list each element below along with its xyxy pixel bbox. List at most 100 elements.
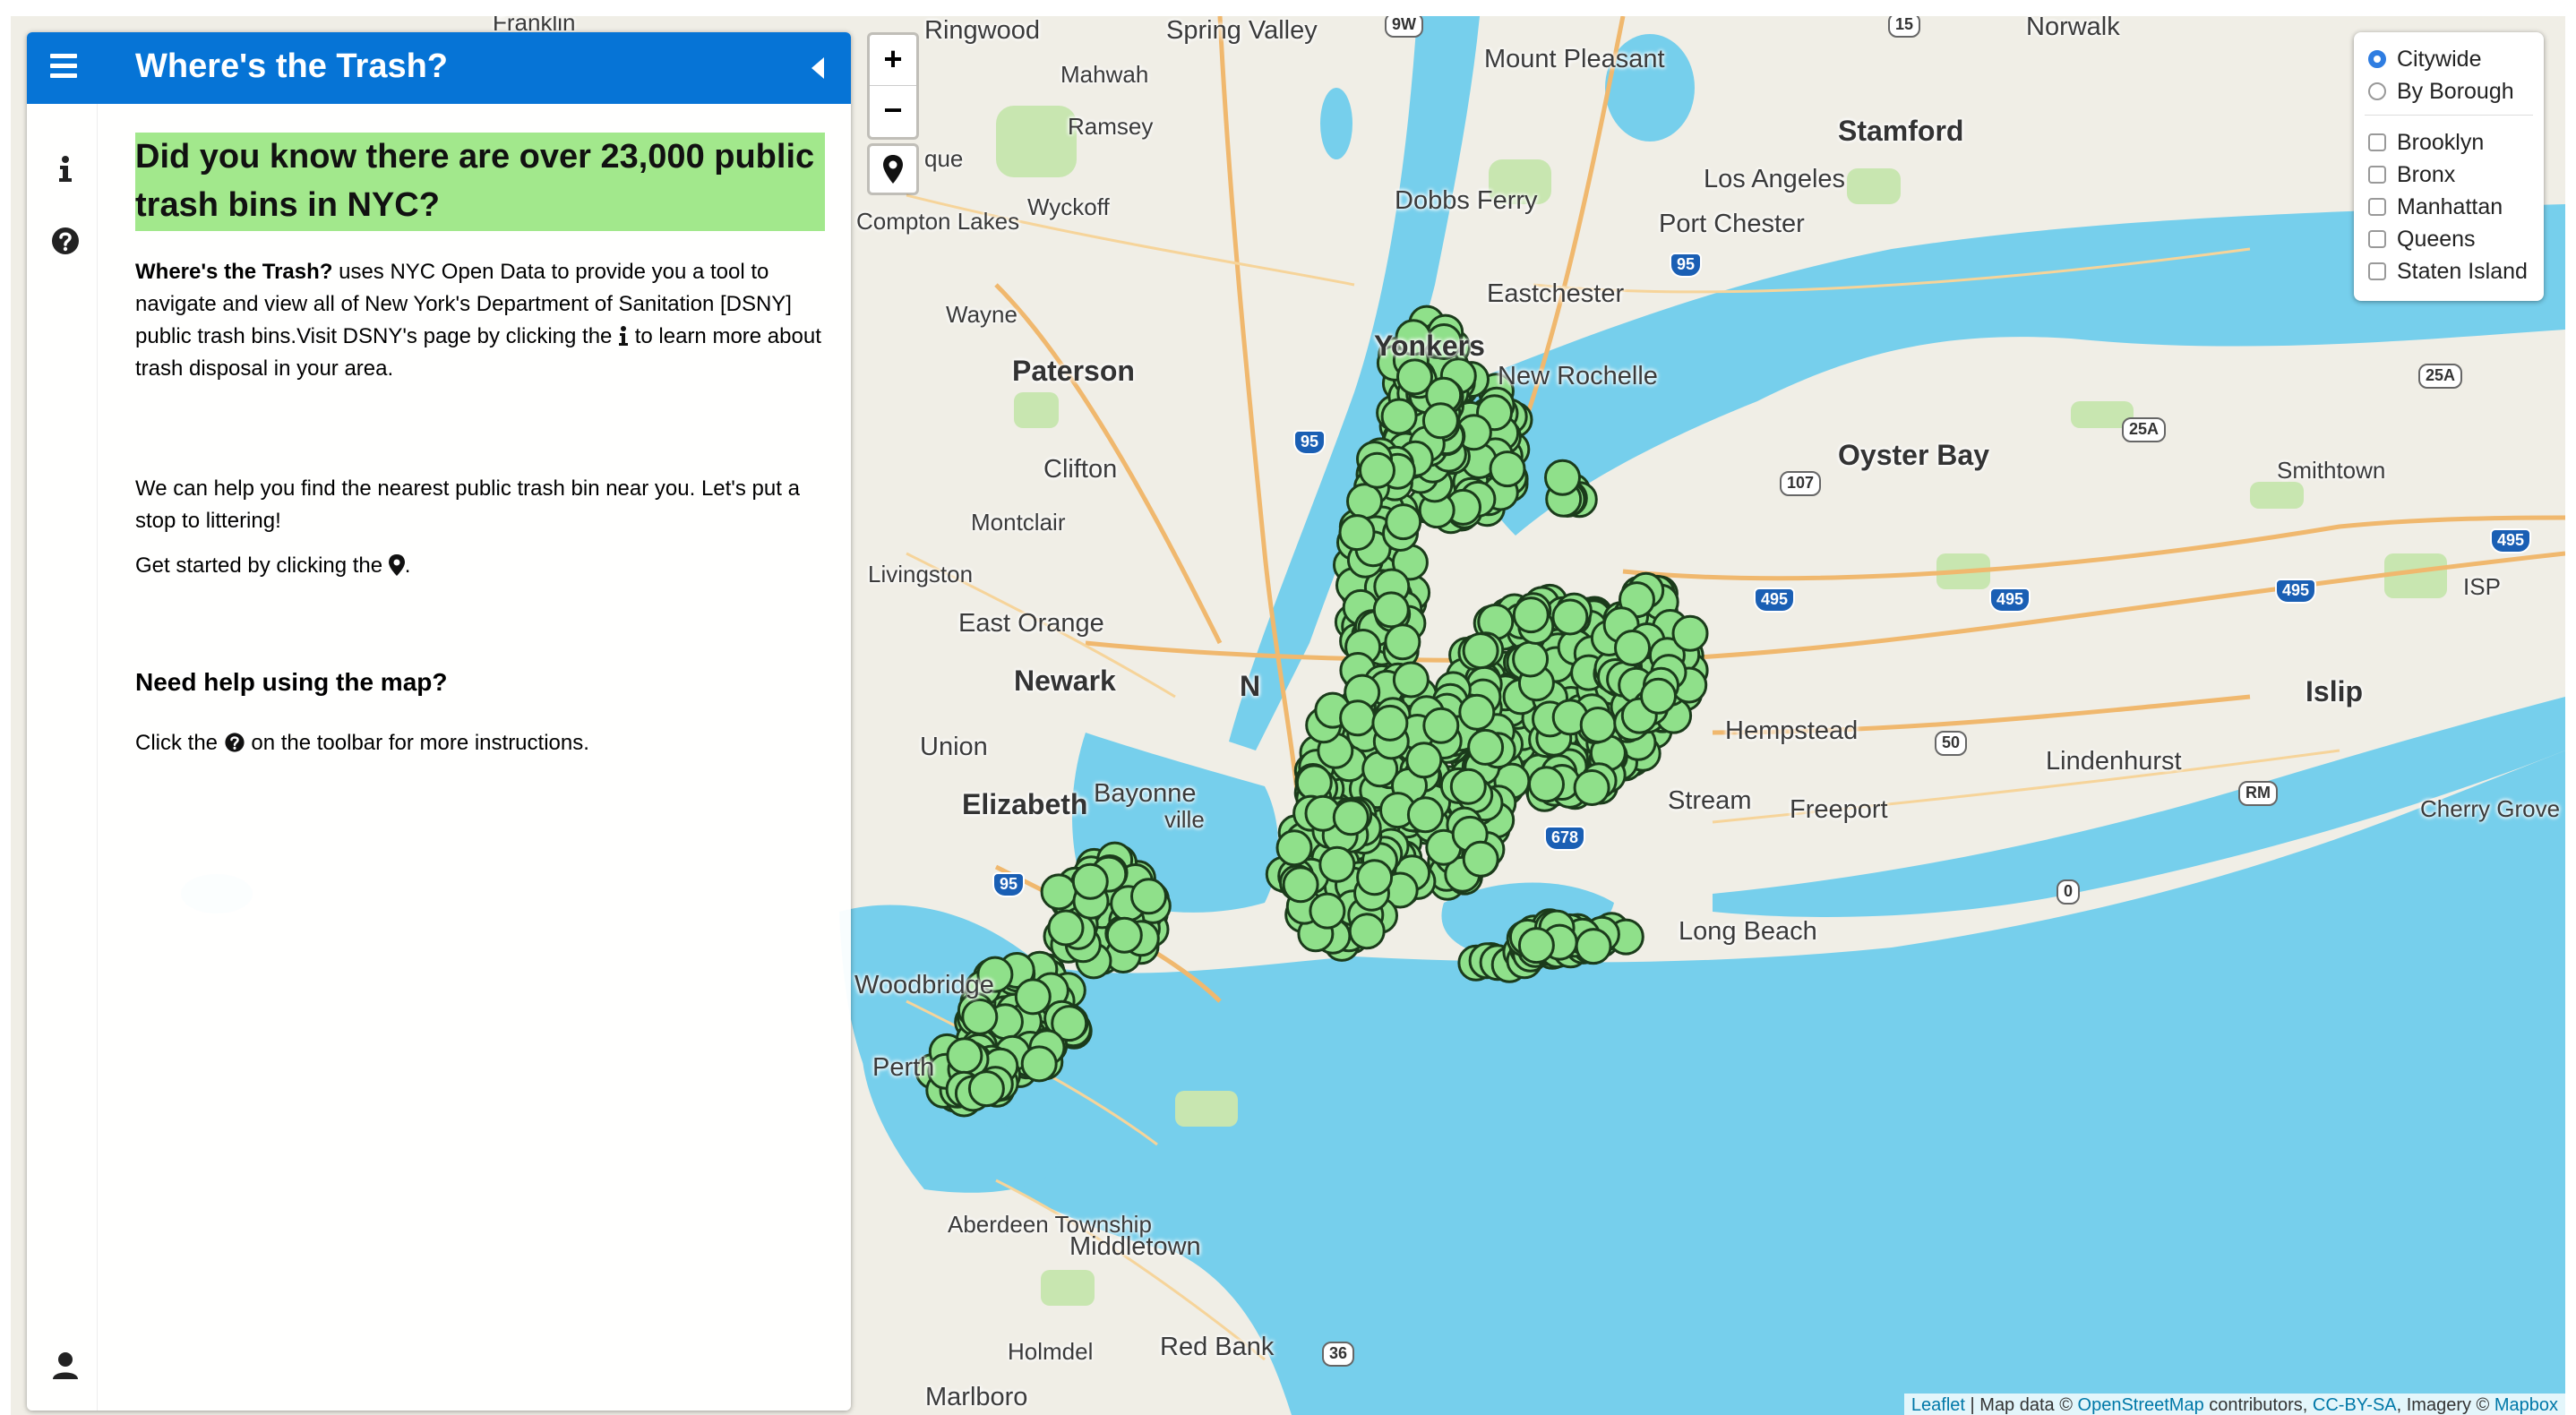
trash-bin-marker[interactable] (1275, 829, 1313, 867)
trash-bin-marker[interactable] (1467, 728, 1505, 766)
trash-bin-marker[interactable] (1384, 623, 1421, 661)
place-label: Cherry Grove (2420, 795, 2561, 822)
trash-bin-marker[interactable] (1449, 768, 1487, 805)
place-label: Eastchester (1487, 279, 1625, 308)
highway-shield: 495 (2490, 528, 2532, 553)
layer-control: Citywide By Borough Brooklyn Bronx Manha… (2354, 32, 2544, 301)
trash-bin-marker[interactable] (1392, 661, 1430, 699)
trash-bin-marker[interactable] (946, 1037, 983, 1075)
overlay-option-brooklyn[interactable]: Brooklyn (2368, 129, 2484, 156)
trash-bin-marker[interactable] (967, 1070, 1005, 1108)
sidebar-title: Where's the Trash? (135, 47, 449, 85)
overlay-label-manhattan: Manhattan (2397, 193, 2503, 219)
trash-bin-marker[interactable] (1040, 873, 1078, 911)
highway-shield: 107 (1780, 471, 1822, 496)
user-icon[interactable] (50, 1351, 81, 1381)
zoom-control: + − (867, 32, 919, 140)
trash-bin-marker[interactable] (1020, 1045, 1058, 1083)
trash-bin-marker[interactable] (1458, 693, 1496, 731)
osm-link[interactable]: OpenStreetMap (2078, 1395, 2204, 1415)
trash-bin-marker[interactable] (1528, 766, 1565, 803)
place-label: Port Chester (1659, 210, 1805, 238)
highway-shield: 678 (1544, 826, 1586, 851)
layer-option-by-borough[interactable]: By Borough (2368, 78, 2514, 105)
trash-bin-marker[interactable] (1462, 632, 1499, 670)
trash-bin-marker[interactable] (1371, 704, 1409, 742)
overlay-option-bronx[interactable]: Bronx (2368, 161, 2455, 188)
trash-bin-marker[interactable] (1071, 862, 1109, 900)
checkbox-manhattan[interactable] (2368, 198, 2386, 216)
trash-bin-marker[interactable] (1130, 878, 1167, 915)
trash-bin-marker[interactable] (1047, 909, 1085, 947)
trash-bin-marker[interactable] (1406, 796, 1444, 834)
trash-bin-marker[interactable] (1614, 630, 1651, 666)
layer-option-citywide[interactable]: Citywide (2368, 46, 2481, 73)
cc-link[interactable]: CC-BY-SA (2313, 1395, 2397, 1415)
trash-bin-marker[interactable] (1579, 707, 1617, 743)
checkbox-brooklyn[interactable] (2368, 133, 2386, 151)
trash-bin-marker[interactable] (1422, 707, 1460, 744)
highway-shield: 25A (2122, 417, 2167, 442)
trash-bin-marker[interactable] (1405, 742, 1443, 779)
headline-fact: Did you know there are over 23,000 publi… (135, 133, 825, 231)
trash-bin-marker[interactable] (1356, 859, 1394, 896)
trash-bin-marker[interactable] (1348, 913, 1386, 950)
radio-by-borough[interactable] (2368, 82, 2386, 100)
trash-bin-marker[interactable] (1512, 596, 1550, 634)
trash-bin-marker[interactable] (961, 998, 999, 1035)
mapbox-link[interactable]: Mapbox (2494, 1395, 2558, 1415)
checkbox-staten-island[interactable] (2368, 262, 2386, 280)
trash-bin-marker[interactable] (1640, 677, 1677, 715)
place-label: Wyckoff (1027, 193, 1110, 220)
question-circle-icon[interactable] (50, 226, 81, 256)
trash-bin-marker[interactable] (1338, 514, 1376, 552)
place-label: Franklin (493, 16, 576, 36)
trash-bin-marker[interactable] (1489, 450, 1526, 488)
trash-bin-marker[interactable] (1671, 614, 1709, 652)
locate-button[interactable] (867, 143, 919, 195)
layer-label-citywide: Citywide (2397, 46, 2482, 72)
leaflet-link[interactable]: Leaflet (1911, 1395, 1965, 1415)
checkbox-queens[interactable] (2368, 230, 2386, 248)
inline-question-icon (225, 733, 245, 752)
zoom-out-button[interactable]: − (870, 86, 916, 136)
overlay-option-queens[interactable]: Queens (2368, 226, 2476, 253)
trash-bin-marker[interactable] (1105, 916, 1143, 954)
inline-map-marker-icon (388, 554, 405, 576)
trash-bin-marker[interactable] (1346, 483, 1383, 520)
collapse-sidebar-icon[interactable] (811, 57, 824, 79)
trash-bin-marker[interactable] (1512, 640, 1550, 678)
overlay-option-manhattan[interactable]: Manhattan (2368, 193, 2503, 220)
trash-bin-marker[interactable] (1385, 503, 1422, 541)
intro-paragraph: Where's the Trash? uses NYC Open Data to… (135, 256, 825, 385)
radio-citywide[interactable] (2368, 50, 2386, 68)
trash-bin-marker[interactable] (1421, 402, 1459, 440)
layer-label-by-borough: By Borough (2397, 78, 2514, 104)
place-label: Freeport (1790, 795, 1888, 824)
trash-bin-marker[interactable] (1282, 866, 1319, 904)
trash-bin-marker[interactable] (1517, 927, 1555, 965)
info-icon[interactable] (50, 154, 81, 184)
trash-bin-marker[interactable] (1573, 769, 1610, 806)
trash-bin-marker[interactable] (1551, 598, 1589, 636)
trash-bin-marker[interactable] (1318, 845, 1356, 883)
trash-bin-marker[interactable] (1462, 840, 1499, 878)
trash-bin-marker[interactable] (1295, 764, 1333, 802)
inline-info-icon (619, 326, 629, 346)
trash-bin-marker[interactable] (1332, 799, 1370, 836)
trash-bin-marker[interactable] (1309, 892, 1346, 930)
trash-bin-marker[interactable] (1359, 451, 1395, 489)
trash-bin-marker[interactable] (1575, 928, 1612, 965)
place-label: Montclair (971, 509, 1066, 536)
place-label: Stamford (1838, 115, 1964, 147)
overlay-option-staten-island[interactable]: Staten Island (2368, 258, 2528, 285)
help-heading: Need help using the map? (135, 668, 448, 696)
trash-bin-marker[interactable] (1014, 978, 1052, 1016)
hamburger-menu-icon[interactable] (50, 54, 77, 81)
help-text-a: Click the (135, 731, 224, 755)
trash-bin-marker[interactable] (1372, 591, 1410, 629)
trash-bin-marker[interactable] (1544, 459, 1581, 496)
checkbox-bronx[interactable] (2368, 166, 2386, 184)
zoom-in-button[interactable]: + (870, 35, 916, 86)
trash-bin-marker[interactable] (1339, 699, 1377, 737)
